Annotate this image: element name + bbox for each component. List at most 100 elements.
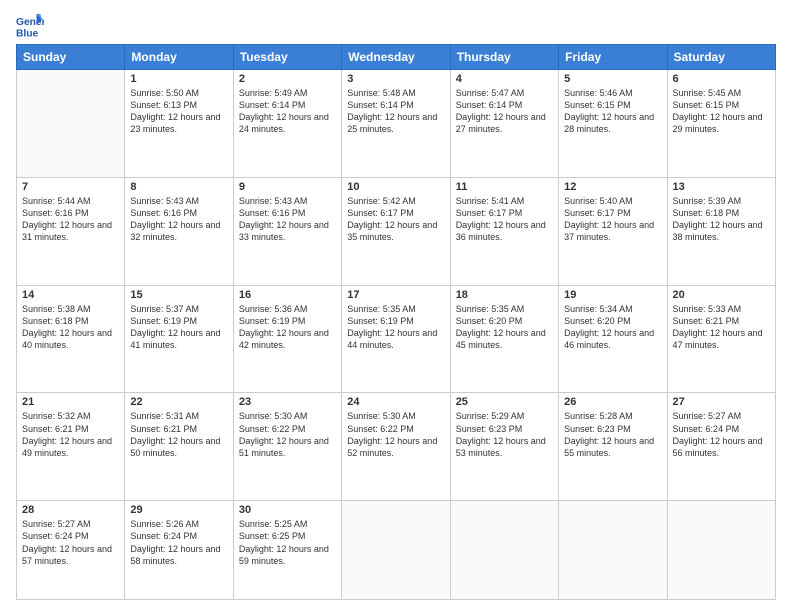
day-info: Sunrise: 5:29 AM Sunset: 6:23 PM Dayligh… xyxy=(456,410,553,459)
day-number: 5 xyxy=(564,73,661,85)
day-number: 25 xyxy=(456,396,553,408)
day-number: 24 xyxy=(347,396,444,408)
day-number: 6 xyxy=(673,73,770,85)
day-number: 20 xyxy=(673,289,770,301)
week-row-5: 28 Sunrise: 5:27 AM Sunset: 6:24 PM Dayli… xyxy=(17,501,776,600)
calendar-cell: 2Sunrise: 5:49 AM Sunset: 6:14 PM Daylig… xyxy=(233,70,341,178)
calendar-cell: 27Sunrise: 5:27 AM Sunset: 6:24 PM Dayli… xyxy=(667,393,775,501)
day-number: 10 xyxy=(347,181,444,193)
day-info: Sunrise: 5:30 AM Sunset: 6:22 PM Dayligh… xyxy=(347,410,444,459)
calendar-cell: 28 Sunrise: 5:27 AM Sunset: 6:24 PM Dayli… xyxy=(17,501,125,600)
calendar-cell: 17Sunrise: 5:35 AM Sunset: 6:19 PM Dayli… xyxy=(342,285,450,393)
day-number: 22 xyxy=(130,396,227,408)
day-info: Sunrise: 5:32 AM Sunset: 6:21 PM Dayligh… xyxy=(22,410,119,459)
day-header-tuesday: Tuesday xyxy=(233,45,341,70)
calendar-cell: 30 Sunrise: 5:25 AM Sunset: 6:25 PM Dayli… xyxy=(233,501,341,600)
calendar-cell: 14 Sunrise: 5:38 AM Sunset: 6:18 PM Dayli… xyxy=(17,285,125,393)
calendar-cell: 5 Sunrise: 5:46 AM Sunset: 6:15 PM Daylig… xyxy=(559,70,667,178)
day-info: Sunrise: 5:38 AM Sunset: 6:18 PM Dayligh… xyxy=(22,303,119,352)
day-number: 14 xyxy=(22,289,119,301)
day-number: 7 xyxy=(22,181,119,193)
calendar-cell: 25 Sunrise: 5:29 AM Sunset: 6:23 PM Dayli… xyxy=(450,393,558,501)
day-info: Sunrise: 5:46 AM Sunset: 6:15 PM Dayligh… xyxy=(564,87,661,136)
day-number: 15 xyxy=(130,289,227,301)
day-number: 12 xyxy=(564,181,661,193)
calendar-cell: 8 Sunrise: 5:43 AM Sunset: 6:16 PM Daylig… xyxy=(125,177,233,285)
calendar-cell: 12 Sunrise: 5:40 AM Sunset: 6:17 PM Dayli… xyxy=(559,177,667,285)
calendar-cell: 22 Sunrise: 5:31 AM Sunset: 6:21 PM Dayli… xyxy=(125,393,233,501)
day-info: Sunrise: 5:40 AM Sunset: 6:17 PM Dayligh… xyxy=(564,195,661,244)
day-header-monday: Monday xyxy=(125,45,233,70)
calendar-cell: 4 Sunrise: 5:47 AM Sunset: 6:14 PM Daylig… xyxy=(450,70,558,178)
week-row-1: 1 Sunrise: 5:50 AM Sunset: 6:13 PM Daylig… xyxy=(17,70,776,178)
calendar-cell xyxy=(667,501,775,600)
calendar-cell: 15 Sunrise: 5:37 AM Sunset: 6:19 PM Dayli… xyxy=(125,285,233,393)
day-number: 9 xyxy=(239,181,336,193)
day-info: Sunrise: 5:49 AM Sunset: 6:14 PM Dayligh… xyxy=(239,87,336,136)
day-number: 8 xyxy=(130,181,227,193)
day-info: Sunrise: 5:50 AM Sunset: 6:13 PM Dayligh… xyxy=(130,87,227,136)
day-info: Sunrise: 5:27 AM Sunset: 6:24 PM Dayligh… xyxy=(22,518,119,567)
week-row-3: 14 Sunrise: 5:38 AM Sunset: 6:18 PM Dayli… xyxy=(17,285,776,393)
day-number: 26 xyxy=(564,396,661,408)
day-number: 28 xyxy=(22,504,119,516)
logo-icon: General Blue xyxy=(16,12,44,40)
day-header-sunday: Sunday xyxy=(17,45,125,70)
calendar-cell: 16Sunrise: 5:36 AM Sunset: 6:19 PM Dayli… xyxy=(233,285,341,393)
calendar-cell: 10 Sunrise: 5:42 AM Sunset: 6:17 PM Dayli… xyxy=(342,177,450,285)
calendar-cell: 7 Sunrise: 5:44 AM Sunset: 6:16 PM Daylig… xyxy=(17,177,125,285)
calendar-cell: 13 Sunrise: 5:39 AM Sunset: 6:18 PM Dayli… xyxy=(667,177,775,285)
day-number: 23 xyxy=(239,396,336,408)
calendar-cell: 24 Sunrise: 5:30 AM Sunset: 6:22 PM Dayli… xyxy=(342,393,450,501)
day-number: 13 xyxy=(673,181,770,193)
day-number: 30 xyxy=(239,504,336,516)
week-row-4: 21 Sunrise: 5:32 AM Sunset: 6:21 PM Dayli… xyxy=(17,393,776,501)
day-info: Sunrise: 5:27 AM Sunset: 6:24 PM Dayligh… xyxy=(673,410,770,459)
day-number: 29 xyxy=(130,504,227,516)
day-info: Sunrise: 5:26 AM Sunset: 6:24 PM Dayligh… xyxy=(130,518,227,567)
day-number: 21 xyxy=(22,396,119,408)
day-header-wednesday: Wednesday xyxy=(342,45,450,70)
day-info: Sunrise: 5:30 AM Sunset: 6:22 PM Dayligh… xyxy=(239,410,336,459)
day-info: Sunrise: 5:34 AM Sunset: 6:20 PM Dayligh… xyxy=(564,303,661,352)
week-row-2: 7 Sunrise: 5:44 AM Sunset: 6:16 PM Daylig… xyxy=(17,177,776,285)
day-number: 3 xyxy=(347,73,444,85)
calendar-cell xyxy=(559,501,667,600)
day-info: Sunrise: 5:43 AM Sunset: 6:16 PM Dayligh… xyxy=(239,195,336,244)
day-number: 1 xyxy=(130,73,227,85)
page: General Blue SundayMondayTuesdayWednesda… xyxy=(0,0,792,612)
calendar-cell xyxy=(342,501,450,600)
day-number: 17 xyxy=(347,289,444,301)
calendar-cell: 18 Sunrise: 5:35 AM Sunset: 6:20 PM Dayli… xyxy=(450,285,558,393)
day-number: 4 xyxy=(456,73,553,85)
day-info: Sunrise: 5:25 AM Sunset: 6:25 PM Dayligh… xyxy=(239,518,336,567)
day-number: 18 xyxy=(456,289,553,301)
day-info: Sunrise: 5:31 AM Sunset: 6:21 PM Dayligh… xyxy=(130,410,227,459)
calendar-cell: 20Sunrise: 5:33 AM Sunset: 6:21 PM Dayli… xyxy=(667,285,775,393)
day-info: Sunrise: 5:36 AM Sunset: 6:19 PM Dayligh… xyxy=(239,303,336,352)
calendar-cell: 3 Sunrise: 5:48 AM Sunset: 6:14 PM Daylig… xyxy=(342,70,450,178)
day-info: Sunrise: 5:43 AM Sunset: 6:16 PM Dayligh… xyxy=(130,195,227,244)
day-info: Sunrise: 5:37 AM Sunset: 6:19 PM Dayligh… xyxy=(130,303,227,352)
calendar-cell: 6 Sunrise: 5:45 AM Sunset: 6:15 PM Daylig… xyxy=(667,70,775,178)
day-number: 19 xyxy=(564,289,661,301)
day-header-thursday: Thursday xyxy=(450,45,558,70)
calendar-cell: 21 Sunrise: 5:32 AM Sunset: 6:21 PM Dayli… xyxy=(17,393,125,501)
logo: General Blue xyxy=(16,12,48,40)
day-info: Sunrise: 5:28 AM Sunset: 6:23 PM Dayligh… xyxy=(564,410,661,459)
calendar-cell: 11Sunrise: 5:41 AM Sunset: 6:17 PM Dayli… xyxy=(450,177,558,285)
day-info: Sunrise: 5:39 AM Sunset: 6:18 PM Dayligh… xyxy=(673,195,770,244)
calendar-cell: 1 Sunrise: 5:50 AM Sunset: 6:13 PM Daylig… xyxy=(125,70,233,178)
day-info: Sunrise: 5:48 AM Sunset: 6:14 PM Dayligh… xyxy=(347,87,444,136)
day-info: Sunrise: 5:35 AM Sunset: 6:20 PM Dayligh… xyxy=(456,303,553,352)
day-info: Sunrise: 5:47 AM Sunset: 6:14 PM Dayligh… xyxy=(456,87,553,136)
calendar-cell xyxy=(450,501,558,600)
day-info: Sunrise: 5:41 AM Sunset: 6:17 PM Dayligh… xyxy=(456,195,553,244)
header: General Blue xyxy=(16,12,776,40)
day-info: Sunrise: 5:44 AM Sunset: 6:16 PM Dayligh… xyxy=(22,195,119,244)
calendar-cell: 26 Sunrise: 5:28 AM Sunset: 6:23 PM Dayli… xyxy=(559,393,667,501)
day-info: Sunrise: 5:42 AM Sunset: 6:17 PM Dayligh… xyxy=(347,195,444,244)
day-info: Sunrise: 5:45 AM Sunset: 6:15 PM Dayligh… xyxy=(673,87,770,136)
day-header-friday: Friday xyxy=(559,45,667,70)
calendar-cell: 19 Sunrise: 5:34 AM Sunset: 6:20 PM Dayli… xyxy=(559,285,667,393)
